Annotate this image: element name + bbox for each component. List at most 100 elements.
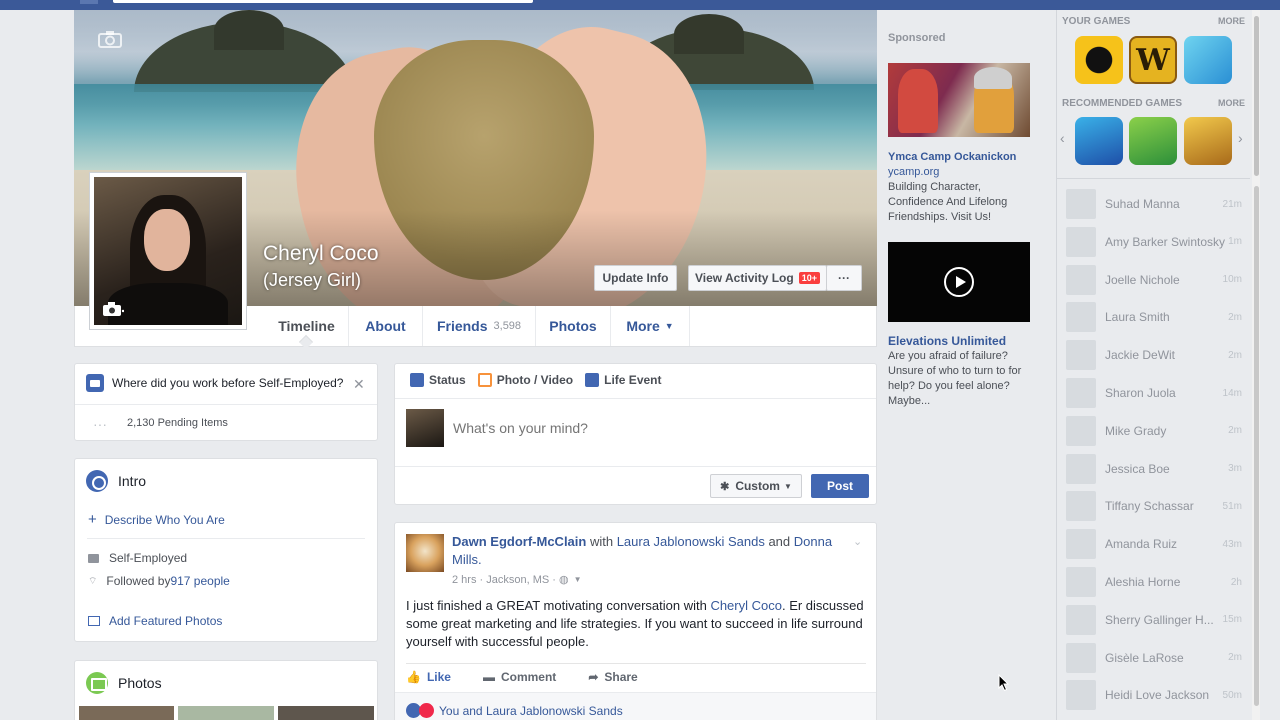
mention-link[interactable]: Cheryl Coco — [710, 598, 782, 613]
ad-url[interactable]: ycamp.org — [888, 165, 1038, 180]
chat-contact-name: Heidi Love Jackson — [1105, 688, 1210, 703]
post-author-link[interactable]: Dawn Egdorf-McClain — [452, 534, 586, 549]
play-icon[interactable] — [944, 267, 974, 297]
ad-image[interactable] — [888, 63, 1030, 137]
composer-tab-status[interactable]: Status — [410, 373, 466, 387]
reactions-summary[interactable]: You and Laura Jablonowski Sands — [406, 703, 623, 718]
caret-down-icon[interactable]: ▼ — [574, 575, 582, 584]
game-icon[interactable] — [1184, 117, 1232, 165]
chat-contact[interactable]: Amanda Ruiz 43m — [1066, 528, 1242, 560]
chat-contact[interactable]: Aleshia Horne 2h — [1066, 566, 1242, 598]
ad-item[interactable]: Elevations Unlimited Are you afraid of f… — [888, 334, 1038, 409]
avatar — [1066, 567, 1096, 597]
describe-link[interactable]: + Describe Who You Are — [88, 511, 225, 528]
chat-contact[interactable]: Sharon Juola 14m — [1066, 377, 1242, 409]
ad-title[interactable]: Ymca Camp Ockanickon — [888, 150, 1038, 165]
chevron-right-icon[interactable]: › — [1238, 130, 1243, 146]
close-icon[interactable]: ✕ — [353, 376, 365, 393]
bingo-game-icon[interactable] — [1075, 117, 1123, 165]
tab-about[interactable]: About — [349, 306, 423, 346]
chat-last-active: 43m — [1222, 538, 1242, 550]
chat-contact[interactable]: Jessica Boe 3m — [1066, 453, 1242, 485]
chevron-down-icon[interactable]: ⌄ — [853, 535, 862, 548]
photos-icon — [86, 672, 108, 694]
like-button[interactable]: 👍 Like — [406, 670, 451, 684]
avatar — [1066, 226, 1096, 257]
post-text: I just finished a GREAT motivating conve… — [406, 598, 864, 649]
composer-card: Status Photo / Video Life Event ✱ Custom… — [394, 363, 877, 505]
avatar — [1066, 340, 1096, 371]
chat-last-active: 15m — [1222, 614, 1242, 626]
scrabble-game-icon[interactable] — [1129, 117, 1177, 165]
ad-text: Are you afraid of failure? Unsure of who… — [888, 350, 1022, 407]
add-featured-photos-link[interactable]: Add Featured Photos — [88, 614, 222, 628]
share-button[interactable]: ➦ Share — [588, 670, 637, 684]
chat-contact[interactable]: Laura Smith 2m — [1066, 301, 1242, 333]
followers-link[interactable]: 917 people — [170, 574, 229, 588]
avatar — [1066, 604, 1096, 635]
chat-last-active: 2h — [1230, 576, 1242, 588]
chat-last-active: 14m — [1222, 387, 1242, 399]
photo-icon — [477, 373, 492, 387]
words-game-icon[interactable]: W — [1129, 36, 1177, 84]
tagged-friend-link[interactable]: Laura Jablonowski Sands — [617, 534, 765, 549]
comment-button[interactable]: ▬ Comment — [483, 670, 556, 684]
photo-thumbnail[interactable] — [278, 706, 374, 720]
chat-contact[interactable]: Suhad Manna 21m — [1066, 188, 1242, 220]
ad-item[interactable]: Ymca Camp Ockanickon ycamp.org Building … — [888, 150, 1038, 225]
game-icon[interactable] — [1184, 36, 1232, 84]
chat-contact[interactable]: Tiffany Schassar 51m — [1066, 490, 1242, 522]
chat-contact[interactable]: Joelle Nichole 10m — [1066, 264, 1242, 296]
notification-badge: 10+ — [798, 272, 820, 284]
avatar — [1066, 453, 1096, 484]
avatar[interactable] — [406, 534, 444, 572]
update-info-button[interactable]: Update Info — [594, 265, 677, 291]
chevron-left-icon[interactable]: ‹ — [1060, 130, 1065, 146]
photo-thumbnail[interactable] — [178, 706, 274, 720]
ad-video[interactable] — [888, 242, 1030, 322]
avatar — [1066, 491, 1096, 522]
search-input[interactable] — [113, 0, 533, 3]
more-options-button[interactable]: ··· — [826, 265, 862, 291]
chat-contact[interactable]: Heidi Love Jackson 50m — [1066, 679, 1242, 711]
scrollbar-thumb[interactable] — [1254, 16, 1259, 176]
comment-icon: ▬ — [482, 670, 495, 684]
thumbs-up-icon: 👍 — [406, 670, 421, 684]
more-games-link[interactable]: MORE — [1218, 16, 1245, 26]
photo-thumbnail[interactable] — [79, 706, 174, 720]
post-meta: 2 hrs · Jackson, MS · ◍ ▼ — [452, 573, 582, 587]
chat-contact[interactable]: Sherry Gallinger H... 15m — [1066, 604, 1242, 636]
chat-contact[interactable]: Amy Barker Swintosky 1m — [1066, 226, 1242, 258]
status-input[interactable] — [453, 416, 853, 440]
chat-contact[interactable]: Mike Grady 2m — [1066, 415, 1242, 447]
profile-name[interactable]: Cheryl Coco — [263, 240, 379, 268]
composer-tab-photo-video[interactable]: Photo / Video — [477, 373, 573, 387]
chat-contact-name: Sharon Juola — [1105, 386, 1176, 400]
more-games-link[interactable]: MORE — [1218, 98, 1245, 108]
scrollbar-thumb[interactable] — [1254, 186, 1259, 706]
profile-picture[interactable] — [89, 172, 247, 330]
globe-icon[interactable]: ◍ — [559, 573, 569, 586]
chat-contact[interactable]: Gisèle LaRose 2m — [1066, 642, 1242, 674]
view-activity-log-button[interactable]: View Activity Log 10+ — [688, 265, 827, 291]
game-icon[interactable] — [1075, 36, 1123, 84]
composer-tab-life-event[interactable]: Life Event — [585, 373, 662, 387]
avatar — [406, 409, 444, 447]
chat-last-active: 2m — [1228, 652, 1242, 664]
pending-items-link[interactable]: 2,130 Pending Items — [127, 417, 228, 429]
chat-last-active: 1m — [1228, 236, 1242, 248]
recommended-games-heading: RECOMMENDED GAMES — [1062, 98, 1183, 109]
ad-title[interactable]: Elevations Unlimited — [888, 334, 1038, 349]
tab-friends[interactable]: Friends 3,598 — [423, 306, 536, 346]
sponsored-heading: Sponsored — [888, 32, 946, 44]
chat-contact[interactable]: Jackie DeWit 2m — [1066, 339, 1242, 371]
camera-icon[interactable] — [102, 301, 124, 317]
tab-photos[interactable]: Photos — [536, 306, 611, 346]
nav-icon[interactable] — [80, 0, 98, 4]
privacy-selector[interactable]: ✱ Custom ▼ — [710, 474, 802, 498]
post-button[interactable]: Post — [811, 474, 869, 498]
camera-icon[interactable] — [98, 30, 122, 48]
share-icon: ➦ — [588, 670, 599, 684]
work-question[interactable]: Where did you work before Self-Employed? — [86, 374, 343, 392]
tab-more[interactable]: More ▼ — [611, 306, 690, 346]
